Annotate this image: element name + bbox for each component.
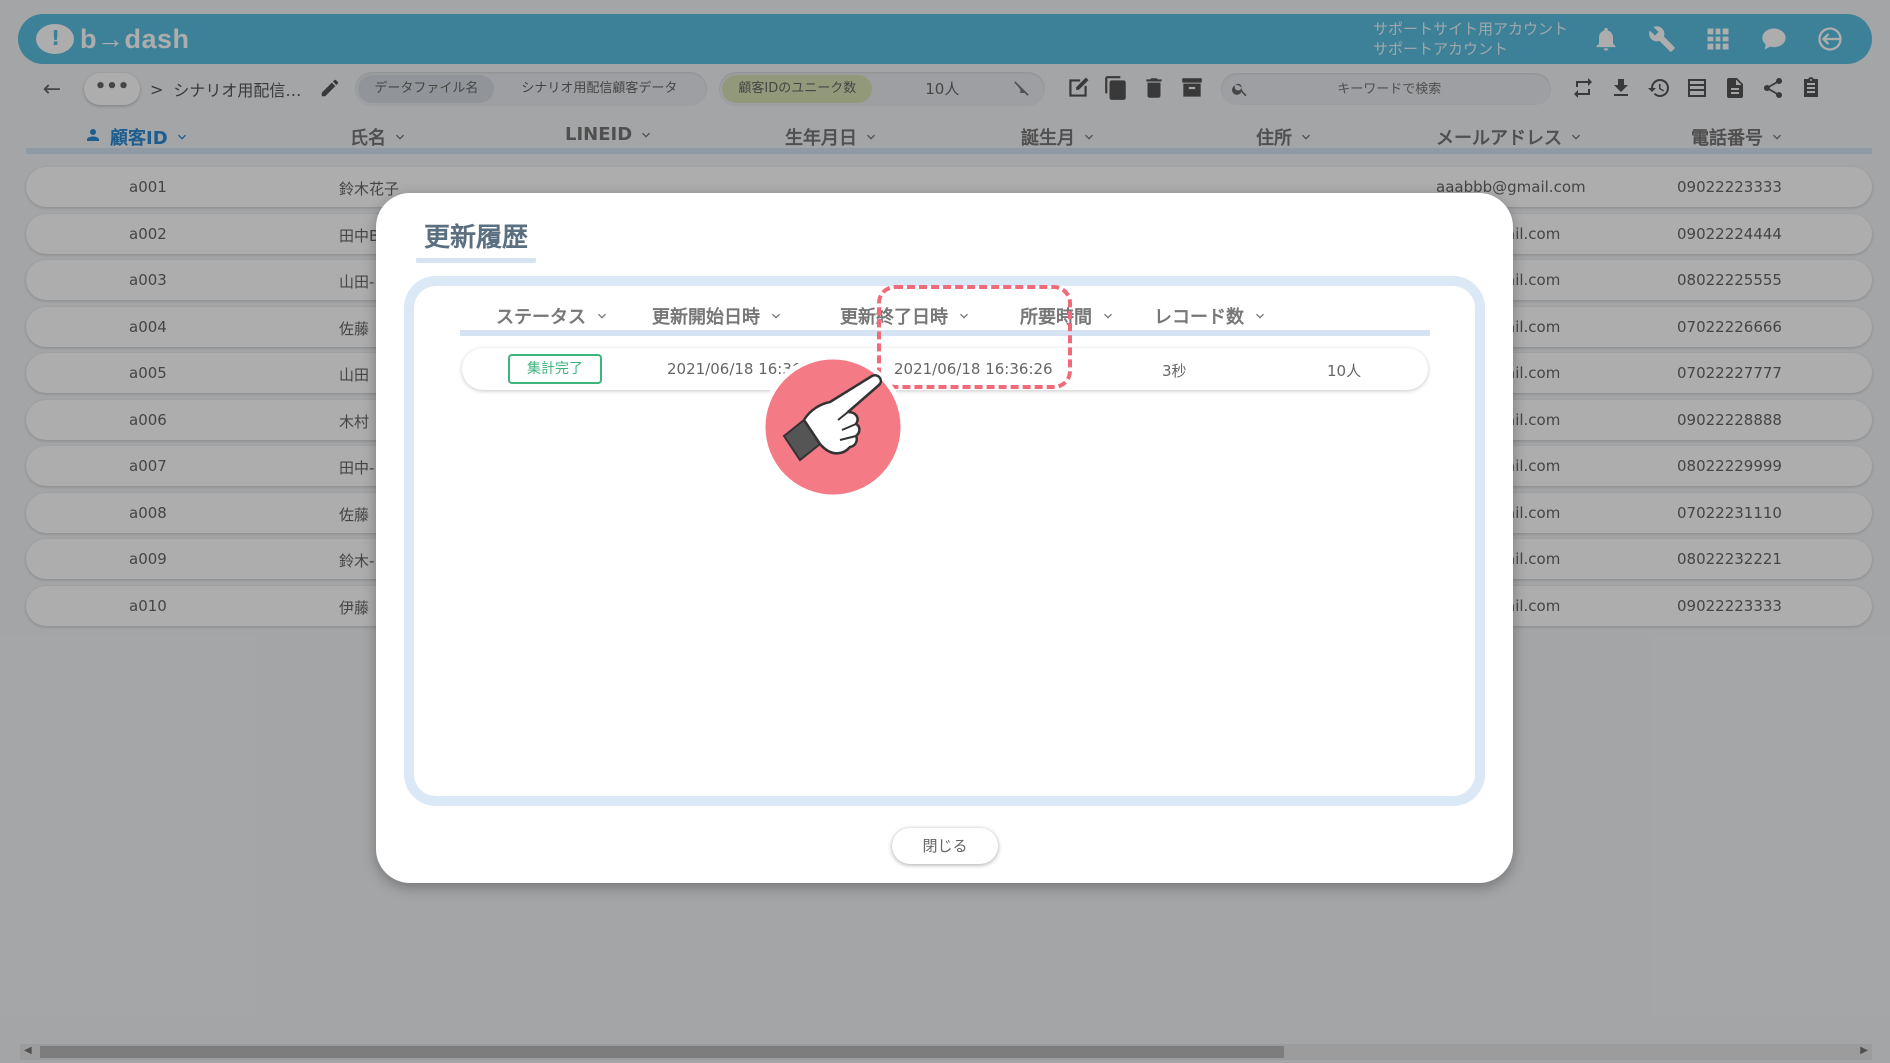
header-label: レコード数 [1154,307,1244,328]
status-badge: 集計完了 [508,354,602,384]
highlight-end-time-box [877,285,1072,389]
cell-duration: 3秒 [1162,362,1187,380]
close-button[interactable]: 閉じる [892,828,998,864]
column-header-start-time[interactable]: 更新開始日時 [652,303,784,329]
header-label: ステータス [496,307,586,328]
column-header-record-count[interactable]: レコード数 [1154,303,1268,329]
chevron-down-icon [768,308,784,324]
dialog-title: 更新履歴 [416,217,537,263]
header-label: 更新開始日時 [652,307,760,328]
cell-record-count: 10人 [1327,362,1362,380]
column-header-status[interactable]: ステータス [496,303,610,329]
chevron-down-icon [1252,308,1268,324]
chevron-down-icon [594,308,610,324]
chevron-down-icon [1100,308,1116,324]
pointing-hand-icon [760,354,906,500]
